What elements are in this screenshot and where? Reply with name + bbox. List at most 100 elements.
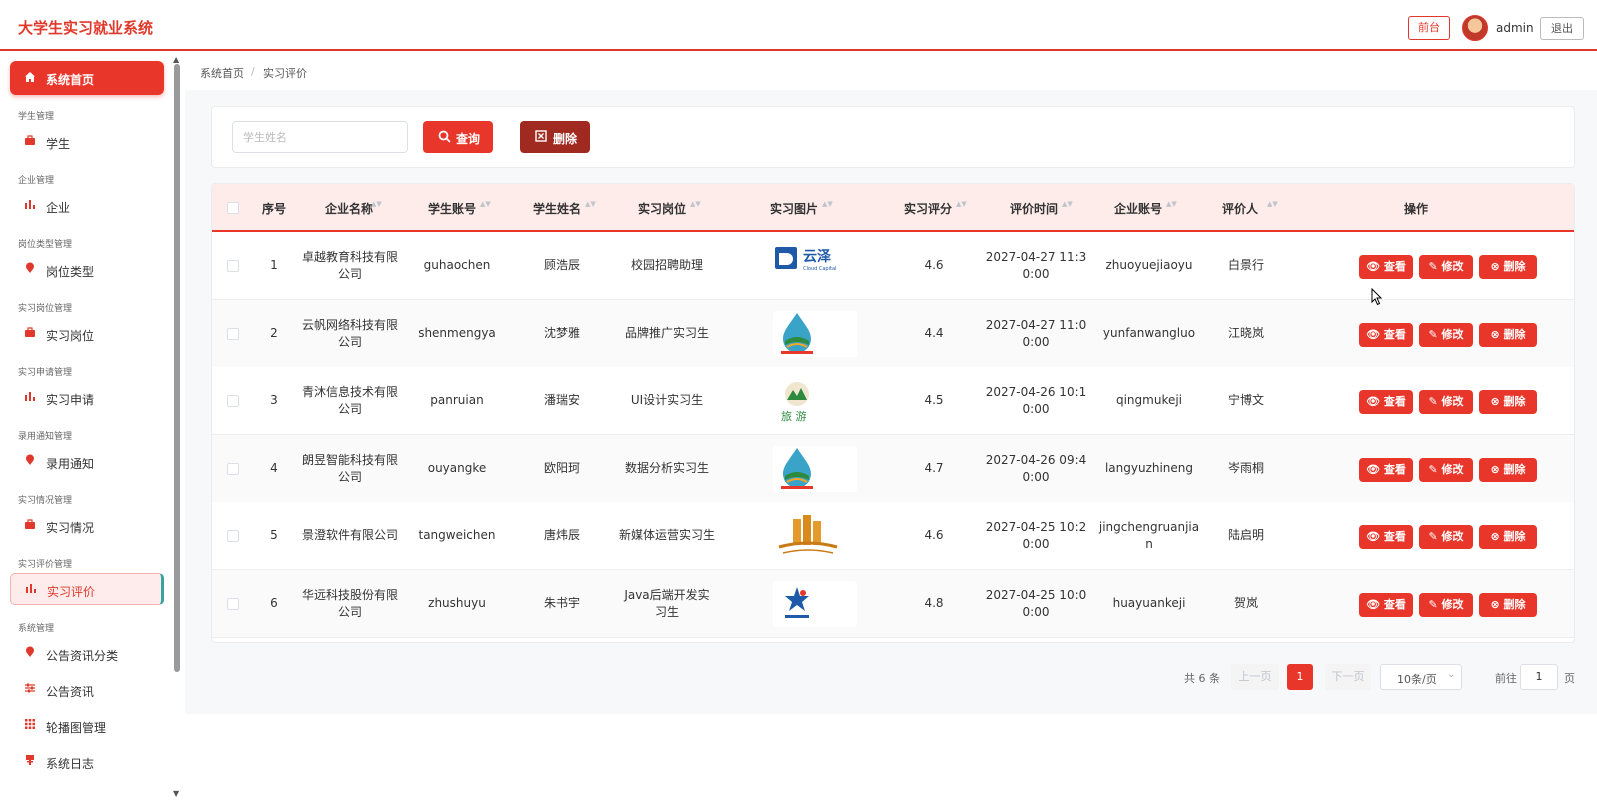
group-title-position-type: 岗位类型管理: [18, 240, 73, 250]
next-page-button[interactable]: 下一页: [1325, 664, 1371, 690]
column-header[interactable]: 企业账号: [1108, 200, 1168, 217]
edit-button[interactable]: ✎ 修改: [1419, 457, 1473, 482]
row-checkbox[interactable]: [227, 327, 239, 340]
scroll-down-arrow-icon[interactable]: ▼: [173, 789, 179, 798]
sort-icon[interactable]: ▲▼: [822, 200, 833, 208]
select-all-checkbox[interactable]: [227, 202, 239, 214]
column-header[interactable]: 学生账号: [422, 200, 482, 217]
edit-icon: ✎: [1428, 395, 1438, 408]
sort-icon[interactable]: ▲▼: [1166, 200, 1177, 208]
sort-icon[interactable]: ▲▼: [1062, 200, 1073, 208]
row-checkbox[interactable]: [227, 462, 239, 475]
column-header[interactable]: 评价人: [1216, 200, 1264, 217]
sort-icon[interactable]: ▲▼: [371, 200, 382, 208]
reviewer-cell: 贺岚: [1233, 595, 1258, 610]
sidebar-item-news[interactable]: 公告资讯: [10, 674, 164, 706]
delete-button[interactable]: ⊗ 删除: [1479, 525, 1537, 549]
view-button[interactable]: 👁 查看: [1359, 255, 1413, 279]
sidebar-item-student[interactable]: 学生: [10, 126, 164, 158]
close-circle-icon: ⊗: [1490, 462, 1500, 476]
goto-label: 前往: [1495, 672, 1517, 685]
user-name[interactable]: admin: [1496, 21, 1534, 35]
delete-button[interactable]: ⊗ 删除: [1479, 255, 1537, 279]
breadcrumb-separator: /: [251, 65, 255, 78]
view-button[interactable]: 👁 查看: [1359, 525, 1413, 549]
search-bar: 查询 删除: [211, 106, 1575, 168]
view-button[interactable]: 👁 查看: [1359, 322, 1413, 347]
breadcrumb-home[interactable]: 系统首页: [200, 65, 244, 81]
sidebar-item-syslog[interactable]: 系统日志: [10, 746, 164, 778]
page-number-1[interactable]: 1: [1287, 664, 1313, 690]
sidebar-item-evaluation[interactable]: 实习评价: [10, 573, 164, 605]
delete-button[interactable]: ⊗ 删除: [1479, 322, 1537, 347]
sidebar-item-status[interactable]: 实习情况: [10, 510, 164, 542]
close-circle-icon: ⊗: [1490, 597, 1500, 611]
internship-image[interactable]: [773, 310, 857, 357]
group-title-application: 实习申请管理: [18, 368, 73, 378]
sidebar-item-company[interactable]: 企业: [10, 190, 164, 222]
group-title-evaluation: 实习评价管理: [18, 560, 73, 570]
edit-button[interactable]: ✎ 修改: [1419, 592, 1473, 617]
sort-icon[interactable]: ▲▼: [585, 200, 596, 208]
sort-icon[interactable]: ▲▼: [1267, 200, 1278, 208]
evaluation-time-cell: 0:00: [1022, 334, 1050, 349]
row-checkbox[interactable]: [227, 260, 239, 272]
sidebar-item-label: 公告资讯分类: [46, 649, 119, 663]
sidebar-item-home[interactable]: 系统首页: [10, 61, 164, 95]
sidebar-item-news-category[interactable]: 公告资讯分类: [10, 638, 164, 670]
internship-image[interactable]: [773, 580, 857, 627]
query-button[interactable]: 查询: [423, 121, 493, 153]
bar-chart-icon: [23, 198, 37, 212]
eye-icon: 👁: [1366, 260, 1381, 273]
edit-button[interactable]: ✎ 修改: [1419, 390, 1473, 414]
internship-image[interactable]: [773, 445, 857, 492]
view-button[interactable]: 👁 查看: [1359, 390, 1413, 414]
delete-button[interactable]: ⊗ 删除: [1479, 592, 1537, 617]
evaluation-time-cell: 2027-04-25 10:0: [985, 587, 1087, 602]
evaluation-time-cell: 2027-04-27 11:3: [985, 250, 1087, 264]
row-checkbox[interactable]: [227, 597, 239, 610]
batch-delete-button[interactable]: 删除: [520, 121, 590, 153]
sidebar: 系统首页 学生管理 学生 企业管理 企业 岗位类型管理 岗位类型 实习岗位管理 …: [0, 53, 185, 800]
column-header[interactable]: 实习评分: [898, 200, 958, 217]
sidebar-item-application[interactable]: 实习申请: [10, 382, 164, 414]
sidebar-item-internship-position[interactable]: 实习岗位: [10, 318, 164, 350]
avatar[interactable]: [1462, 15, 1488, 41]
scroll-up-arrow-icon[interactable]: ▲: [173, 55, 179, 64]
internship-image[interactable]: 云泽 Cloud Capital: [773, 243, 857, 289]
company-account-cell: zhuoyuejiaoyu: [1105, 258, 1193, 272]
internship-image[interactable]: [773, 513, 857, 559]
sidebar-scrollbar[interactable]: [174, 64, 180, 672]
edit-button[interactable]: ✎ 修改: [1419, 322, 1473, 347]
prev-page-button[interactable]: 上一页: [1231, 664, 1279, 690]
delete-button[interactable]: ⊗ 删除: [1479, 390, 1537, 414]
row-checkbox[interactable]: [227, 395, 239, 407]
student-name-input[interactable]: [232, 121, 408, 153]
column-header[interactable]: 实习图片: [764, 200, 824, 217]
goto-page-input[interactable]: 1: [1520, 664, 1558, 690]
sidebar-item-carousel[interactable]: 轮播图管理: [10, 710, 164, 742]
column-header[interactable]: 实习岗位: [632, 200, 692, 217]
sidebar-item-position-type[interactable]: 岗位类型: [10, 254, 164, 286]
delete-button[interactable]: ⊗ 删除: [1479, 457, 1537, 482]
edit-button[interactable]: ✎ 修改: [1419, 525, 1473, 549]
row-checkbox[interactable]: [227, 530, 239, 542]
company-account-cell: jingchengruanjia: [1098, 520, 1200, 534]
edit-button[interactable]: ✎ 修改: [1419, 255, 1473, 279]
internship-image[interactable]: 旅 游: [773, 378, 857, 424]
view-button[interactable]: 👁 查看: [1359, 592, 1413, 617]
mouse-cursor-icon: [1371, 288, 1383, 306]
front-page-button[interactable]: 前台: [1408, 16, 1450, 40]
sort-icon[interactable]: ▲▼: [690, 200, 701, 208]
sort-icon[interactable]: ▲▼: [956, 200, 967, 208]
student-account-cell: guhaochen: [423, 258, 491, 272]
logout-button[interactable]: 退出: [1540, 17, 1584, 40]
column-header[interactable]: 评价时间: [1004, 200, 1064, 217]
sidebar-item-offer[interactable]: 录用通知: [10, 446, 164, 478]
score-cell: 4.6: [924, 258, 944, 272]
sort-icon[interactable]: ▲▼: [480, 200, 491, 208]
view-button[interactable]: 👁 查看: [1359, 457, 1413, 482]
svg-text:旅 游: 旅 游: [781, 409, 807, 423]
column-header[interactable]: 学生姓名: [527, 200, 587, 217]
page-size-select[interactable]: 10条/页 ⌄: [1380, 664, 1462, 690]
